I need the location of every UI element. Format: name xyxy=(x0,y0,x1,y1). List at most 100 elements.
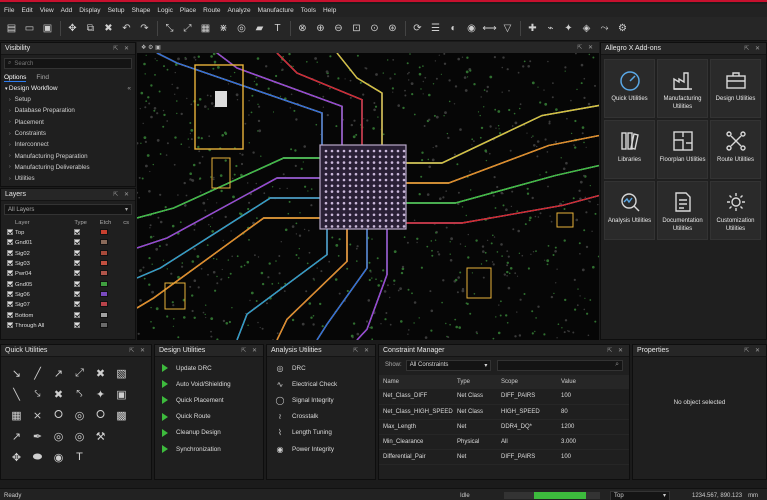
quick-utility-icon[interactable]: ╲ xyxy=(7,384,26,404)
tab-options[interactable]: Options xyxy=(4,74,27,82)
redo-icon[interactable]: ↷ xyxy=(136,20,153,37)
design-utility-item[interactable]: Synchronization xyxy=(155,441,263,457)
quick-utility-icon[interactable]: ⭘ xyxy=(49,405,68,425)
constraint-search-input[interactable]: ⌕ xyxy=(497,359,623,371)
layer-color-swatch[interactable] xyxy=(99,290,108,297)
menu-analyze[interactable]: Analyze xyxy=(228,7,251,14)
addon-floorplan[interactable]: Floorplan Utilities xyxy=(657,120,708,179)
workflow-item[interactable]: › Constraints xyxy=(1,128,135,139)
via-icon[interactable]: ◎ xyxy=(233,20,250,37)
layer-type-checkbox[interactable] xyxy=(74,311,81,318)
analysis-utility-item[interactable]: ◎ DRC xyxy=(267,360,375,376)
design-utility-item[interactable]: Quick Route xyxy=(155,409,263,425)
menu-logic[interactable]: Logic xyxy=(157,7,173,14)
quick-utility-icon[interactable]: ↘ xyxy=(7,363,26,383)
constraint-row[interactable]: Max_Length Net DDR4_DQ* 1200 xyxy=(379,419,629,435)
layer-color-swatch[interactable] xyxy=(99,260,108,267)
layer-type-checkbox[interactable] xyxy=(74,280,81,287)
workflow-item[interactable]: › Placement xyxy=(1,117,135,128)
3d-icon[interactable]: ◈ xyxy=(578,20,595,37)
layer-row[interactable]: Through All xyxy=(1,321,135,331)
panel-controls-icon[interactable]: ⇱ ✕ xyxy=(607,347,625,354)
zoom-world-icon[interactable]: ⊛ xyxy=(384,20,401,37)
workflow-header[interactable]: ▾ Design Workflow « xyxy=(1,83,135,94)
layer-visible-checkbox[interactable] xyxy=(7,229,13,236)
quick-utility-icon[interactable]: ◎ xyxy=(70,426,89,446)
layer-filter-select[interactable]: All Layers ▾ xyxy=(4,204,132,215)
settings-icon[interactable]: ⚙ xyxy=(614,20,631,37)
menu-help[interactable]: Help xyxy=(323,7,336,14)
addon-document[interactable]: Documentation Utilities xyxy=(657,181,708,240)
addon-customize[interactable]: Customization Utilities xyxy=(710,181,761,240)
analysis-utility-item[interactable]: ◯ Signal Integrity xyxy=(267,392,375,408)
quick-utility-icon[interactable]: ⤣ xyxy=(70,384,89,404)
new-icon[interactable]: ▤ xyxy=(3,20,20,37)
addon-factory[interactable]: Manufacturing Utilities xyxy=(657,59,708,118)
layer-type-checkbox[interactable] xyxy=(74,290,81,297)
search-input[interactable]: ⌕ Search xyxy=(4,58,132,69)
copy-icon[interactable]: ⧉ xyxy=(82,20,99,37)
quick-utility-icon[interactable]: ▦ xyxy=(7,405,26,425)
layer-row[interactable]: Sig03 xyxy=(1,259,135,269)
layer-row[interactable]: Sig07 xyxy=(1,300,135,310)
layer-visible-checkbox[interactable] xyxy=(7,260,13,267)
quick-utility-icon[interactable]: ▣ xyxy=(112,384,131,404)
layer-visible-checkbox[interactable] xyxy=(7,239,13,246)
layer-row[interactable]: Sig02 xyxy=(1,249,135,259)
menu-tools[interactable]: Tools xyxy=(301,7,316,14)
pcb-layout-drawing[interactable] xyxy=(137,53,599,340)
refresh-icon[interactable]: ⟳ xyxy=(409,20,426,37)
slide-icon[interactable]: ⤢ xyxy=(179,20,196,37)
panel-controls-icon[interactable]: ⇱ ✕ xyxy=(577,44,595,51)
layer-type-checkbox[interactable] xyxy=(74,249,81,256)
analysis-utility-item[interactable]: ⌇ Length Tuning xyxy=(267,425,375,441)
fanout-icon[interactable]: ⋇ xyxy=(215,20,232,37)
constraint-row[interactable]: Differential_Pair Net DIFF_PAIRS 100 xyxy=(379,449,629,465)
design-utility-item[interactable]: Quick Placement xyxy=(155,392,263,408)
canvas-tab-icons[interactable]: ❖ ⚙ ▣ xyxy=(141,44,161,51)
panel-controls-icon[interactable]: ⇱ ✕ xyxy=(744,347,762,354)
layer-color-swatch[interactable] xyxy=(99,239,108,246)
layer-type-checkbox[interactable] xyxy=(74,321,81,328)
quick-utility-icon[interactable]: T xyxy=(70,447,89,467)
layer-type-checkbox[interactable] xyxy=(74,301,81,308)
panel-controls-icon[interactable]: ⇱ ✕ xyxy=(129,347,147,354)
layer-color-swatch[interactable] xyxy=(99,311,108,318)
workflow-item[interactable]: › Manufacturing Preparation xyxy=(1,150,135,161)
quick-utility-icon[interactable]: ✦ xyxy=(91,384,110,404)
quick-utility-icon[interactable]: ✒ xyxy=(28,426,47,446)
quick-utility-icon[interactable]: ▩ xyxy=(112,405,131,425)
workflow-item[interactable]: › Utilities xyxy=(1,173,135,184)
quick-utility-icon[interactable]: ⭘ xyxy=(91,405,110,425)
open-icon[interactable]: ▭ xyxy=(21,20,38,37)
layer-row[interactable]: Gnd01 xyxy=(1,238,135,248)
layer-color-swatch[interactable] xyxy=(99,321,108,328)
layer-type-checkbox[interactable] xyxy=(74,229,81,236)
filter-icon[interactable]: ▽ xyxy=(499,20,516,37)
quick-utility-icon[interactable]: ⤥ xyxy=(28,384,47,404)
menu-file[interactable]: File xyxy=(4,7,14,14)
constraint-filter-select[interactable]: All Constraints ▾ xyxy=(405,359,492,371)
menu-route[interactable]: Route xyxy=(203,7,220,14)
workflow-item[interactable]: › Setup xyxy=(1,94,135,105)
zoom-prev-icon[interactable]: ⊙ xyxy=(366,20,383,37)
workflow-item[interactable]: › Database Preparation xyxy=(1,105,135,116)
layer-visible-checkbox[interactable] xyxy=(7,280,13,287)
delete-icon[interactable]: ✖ xyxy=(100,20,117,37)
menu-view[interactable]: View xyxy=(40,7,54,14)
quick-utility-icon[interactable]: ╱ xyxy=(28,363,47,383)
menu-add[interactable]: Add xyxy=(61,7,73,14)
shape-icon[interactable]: ▰ xyxy=(251,20,268,37)
analysis-utility-item[interactable]: ◉ Power Integrity xyxy=(267,441,375,457)
quick-utility-icon[interactable] xyxy=(112,426,131,446)
layer-color-swatch[interactable] xyxy=(99,301,108,308)
zoom-out-icon[interactable]: ⊖ xyxy=(330,20,347,37)
connect-icon[interactable]: ⤡ xyxy=(161,20,178,37)
layer-color-swatch[interactable] xyxy=(99,280,108,287)
layer-visible-checkbox[interactable] xyxy=(7,270,13,277)
layer-visible-checkbox[interactable] xyxy=(7,321,13,328)
panel-controls-icon[interactable]: ⇱ ✕ xyxy=(113,45,131,52)
layer-row[interactable]: Top xyxy=(1,228,135,238)
quick-utility-icon[interactable]: ✥ xyxy=(7,447,26,467)
menu-display[interactable]: Display xyxy=(79,7,100,14)
